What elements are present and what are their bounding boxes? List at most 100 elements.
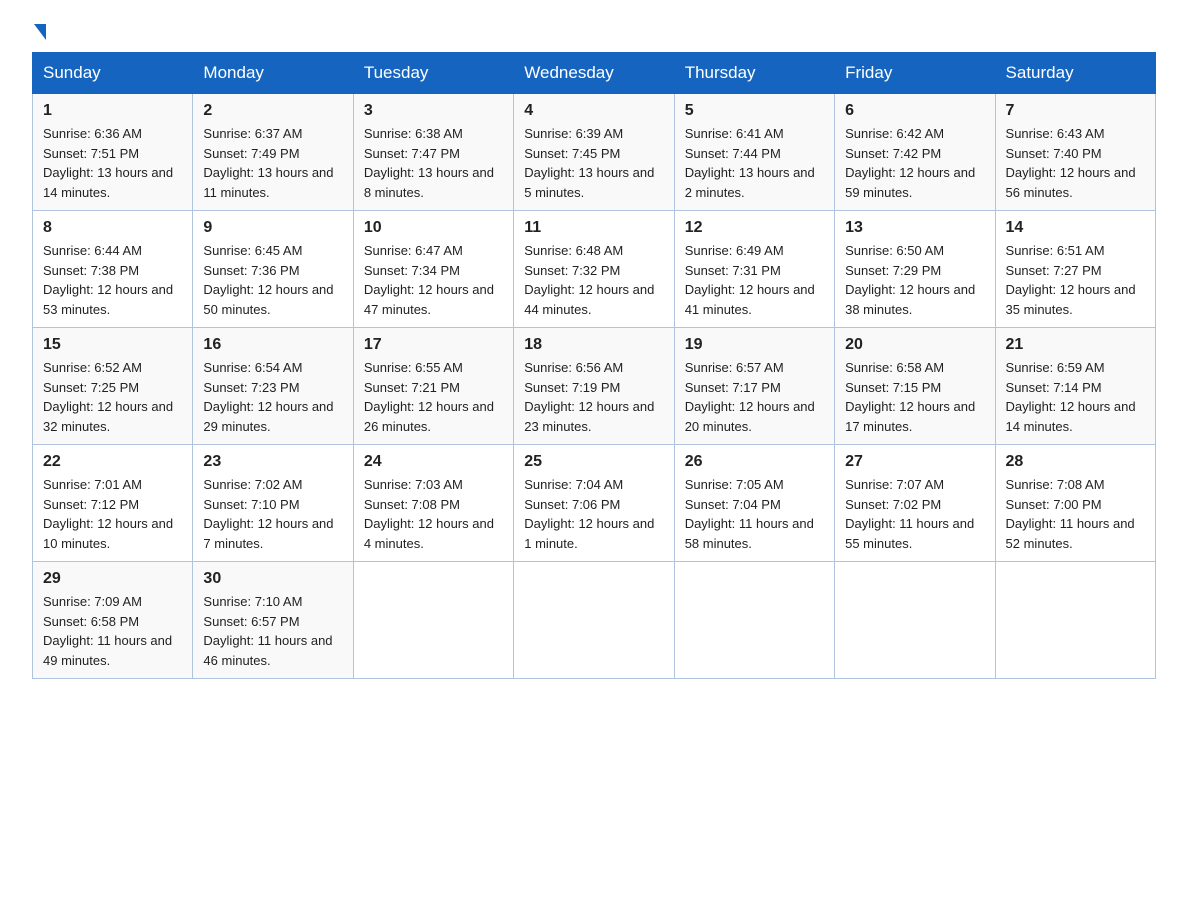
calendar-cell: 24 Sunrise: 7:03 AMSunset: 7:08 PMDayligh… <box>353 445 513 562</box>
day-info: Sunrise: 6:51 AMSunset: 7:27 PMDaylight:… <box>1006 241 1145 319</box>
day-info: Sunrise: 6:44 AMSunset: 7:38 PMDaylight:… <box>43 241 182 319</box>
calendar-table: SundayMondayTuesdayWednesdayThursdayFrid… <box>32 52 1156 679</box>
day-info: Sunrise: 7:02 AMSunset: 7:10 PMDaylight:… <box>203 475 342 553</box>
day-info: Sunrise: 6:49 AMSunset: 7:31 PMDaylight:… <box>685 241 824 319</box>
day-info: Sunrise: 7:04 AMSunset: 7:06 PMDaylight:… <box>524 475 663 553</box>
weekday-header-row: SundayMondayTuesdayWednesdayThursdayFrid… <box>33 53 1156 94</box>
calendar-cell: 21 Sunrise: 6:59 AMSunset: 7:14 PMDayligh… <box>995 328 1155 445</box>
day-info: Sunrise: 7:03 AMSunset: 7:08 PMDaylight:… <box>364 475 503 553</box>
day-number: 8 <box>43 219 182 237</box>
day-number: 3 <box>364 102 503 120</box>
calendar-cell <box>835 562 995 679</box>
calendar-cell: 14 Sunrise: 6:51 AMSunset: 7:27 PMDayligh… <box>995 211 1155 328</box>
calendar-cell: 29 Sunrise: 7:09 AMSunset: 6:58 PMDayligh… <box>33 562 193 679</box>
day-info: Sunrise: 7:09 AMSunset: 6:58 PMDaylight:… <box>43 592 182 670</box>
calendar-cell: 17Sunrise: 6:55 AMSunset: 7:21 PMDayligh… <box>353 328 513 445</box>
calendar-week-row: 22 Sunrise: 7:01 AMSunset: 7:12 PMDayligh… <box>33 445 1156 562</box>
day-number: 13 <box>845 219 984 237</box>
weekday-header-sunday: Sunday <box>33 53 193 94</box>
day-info: Sunrise: 6:42 AMSunset: 7:42 PMDaylight:… <box>845 124 984 202</box>
weekday-header-monday: Monday <box>193 53 353 94</box>
calendar-cell: 8 Sunrise: 6:44 AMSunset: 7:38 PMDaylight… <box>33 211 193 328</box>
calendar-cell: 30 Sunrise: 7:10 AMSunset: 6:57 PMDayligh… <box>193 562 353 679</box>
weekday-header-thursday: Thursday <box>674 53 834 94</box>
calendar-cell: 6 Sunrise: 6:42 AMSunset: 7:42 PMDaylight… <box>835 94 995 211</box>
weekday-header-saturday: Saturday <box>995 53 1155 94</box>
day-info: Sunrise: 6:45 AMSunset: 7:36 PMDaylight:… <box>203 241 342 319</box>
calendar-cell: 19Sunrise: 6:57 AMSunset: 7:17 PMDayligh… <box>674 328 834 445</box>
calendar-week-row: 1 Sunrise: 6:36 AMSunset: 7:51 PMDaylight… <box>33 94 1156 211</box>
day-number: 14 <box>1006 219 1145 237</box>
day-info: Sunrise: 7:01 AMSunset: 7:12 PMDaylight:… <box>43 475 182 553</box>
calendar-cell: 23 Sunrise: 7:02 AMSunset: 7:10 PMDayligh… <box>193 445 353 562</box>
calendar-cell: 13 Sunrise: 6:50 AMSunset: 7:29 PMDayligh… <box>835 211 995 328</box>
weekday-header-tuesday: Tuesday <box>353 53 513 94</box>
day-info: Sunrise: 7:05 AMSunset: 7:04 PMDaylight:… <box>685 475 824 553</box>
day-number: 9 <box>203 219 342 237</box>
calendar-cell: 20 Sunrise: 6:58 AMSunset: 7:15 PMDayligh… <box>835 328 995 445</box>
calendar-cell: 3 Sunrise: 6:38 AMSunset: 7:47 PMDaylight… <box>353 94 513 211</box>
calendar-cell: 12 Sunrise: 6:49 AMSunset: 7:31 PMDayligh… <box>674 211 834 328</box>
day-number: 17 <box>364 336 503 354</box>
day-number: 22 <box>43 453 182 471</box>
calendar-cell: 4Sunrise: 6:39 AMSunset: 7:45 PMDaylight… <box>514 94 674 211</box>
calendar-cell: 10Sunrise: 6:47 AMSunset: 7:34 PMDayligh… <box>353 211 513 328</box>
day-info: Sunrise: 6:41 AMSunset: 7:44 PMDaylight:… <box>685 124 824 202</box>
day-info: Sunrise: 6:36 AMSunset: 7:51 PMDaylight:… <box>43 124 182 202</box>
calendar-cell: 22 Sunrise: 7:01 AMSunset: 7:12 PMDayligh… <box>33 445 193 562</box>
calendar-cell: 1 Sunrise: 6:36 AMSunset: 7:51 PMDaylight… <box>33 94 193 211</box>
day-number: 15 <box>43 336 182 354</box>
day-number: 25 <box>524 453 663 471</box>
day-info: Sunrise: 6:54 AMSunset: 7:23 PMDaylight:… <box>203 358 342 436</box>
day-number: 20 <box>845 336 984 354</box>
day-info: Sunrise: 7:08 AMSunset: 7:00 PMDaylight:… <box>1006 475 1145 553</box>
day-number: 11 <box>524 219 663 237</box>
day-info: Sunrise: 7:07 AMSunset: 7:02 PMDaylight:… <box>845 475 984 553</box>
calendar-week-row: 29 Sunrise: 7:09 AMSunset: 6:58 PMDayligh… <box>33 562 1156 679</box>
weekday-header-friday: Friday <box>835 53 995 94</box>
day-number: 5 <box>685 102 824 120</box>
day-info: Sunrise: 6:37 AMSunset: 7:49 PMDaylight:… <box>203 124 342 202</box>
day-number: 27 <box>845 453 984 471</box>
calendar-cell: 25 Sunrise: 7:04 AMSunset: 7:06 PMDayligh… <box>514 445 674 562</box>
calendar-cell: 11 Sunrise: 6:48 AMSunset: 7:32 PMDayligh… <box>514 211 674 328</box>
calendar-cell <box>514 562 674 679</box>
day-number: 16 <box>203 336 342 354</box>
calendar-cell <box>353 562 513 679</box>
day-info: Sunrise: 7:10 AMSunset: 6:57 PMDaylight:… <box>203 592 342 670</box>
day-number: 30 <box>203 570 342 588</box>
calendar-cell <box>674 562 834 679</box>
day-number: 12 <box>685 219 824 237</box>
calendar-cell: 7Sunrise: 6:43 AMSunset: 7:40 PMDaylight… <box>995 94 1155 211</box>
day-number: 23 <box>203 453 342 471</box>
weekday-header-wednesday: Wednesday <box>514 53 674 94</box>
day-info: Sunrise: 6:59 AMSunset: 7:14 PMDaylight:… <box>1006 358 1145 436</box>
day-info: Sunrise: 6:58 AMSunset: 7:15 PMDaylight:… <box>845 358 984 436</box>
logo-arrow-icon <box>34 24 46 40</box>
calendar-cell: 15Sunrise: 6:52 AMSunset: 7:25 PMDayligh… <box>33 328 193 445</box>
day-number: 18 <box>524 336 663 354</box>
day-info: Sunrise: 6:57 AMSunset: 7:17 PMDaylight:… <box>685 358 824 436</box>
day-number: 6 <box>845 102 984 120</box>
day-number: 28 <box>1006 453 1145 471</box>
calendar-cell: 16 Sunrise: 6:54 AMSunset: 7:23 PMDayligh… <box>193 328 353 445</box>
day-number: 2 <box>203 102 342 120</box>
day-info: Sunrise: 6:48 AMSunset: 7:32 PMDaylight:… <box>524 241 663 319</box>
calendar-cell: 27 Sunrise: 7:07 AMSunset: 7:02 PMDayligh… <box>835 445 995 562</box>
day-number: 7 <box>1006 102 1145 120</box>
day-number: 24 <box>364 453 503 471</box>
day-info: Sunrise: 6:50 AMSunset: 7:29 PMDaylight:… <box>845 241 984 319</box>
calendar-cell: 2 Sunrise: 6:37 AMSunset: 7:49 PMDaylight… <box>193 94 353 211</box>
calendar-week-row: 15Sunrise: 6:52 AMSunset: 7:25 PMDayligh… <box>33 328 1156 445</box>
day-info: Sunrise: 6:39 AMSunset: 7:45 PMDaylight:… <box>524 124 663 202</box>
calendar-cell: 5 Sunrise: 6:41 AMSunset: 7:44 PMDaylight… <box>674 94 834 211</box>
day-number: 29 <box>43 570 182 588</box>
day-info: Sunrise: 6:38 AMSunset: 7:47 PMDaylight:… <box>364 124 503 202</box>
day-number: 21 <box>1006 336 1145 354</box>
day-number: 1 <box>43 102 182 120</box>
calendar-cell: 9 Sunrise: 6:45 AMSunset: 7:36 PMDaylight… <box>193 211 353 328</box>
calendar-cell: 18 Sunrise: 6:56 AMSunset: 7:19 PMDayligh… <box>514 328 674 445</box>
day-number: 10 <box>364 219 503 237</box>
calendar-week-row: 8 Sunrise: 6:44 AMSunset: 7:38 PMDaylight… <box>33 211 1156 328</box>
day-info: Sunrise: 6:56 AMSunset: 7:19 PMDaylight:… <box>524 358 663 436</box>
